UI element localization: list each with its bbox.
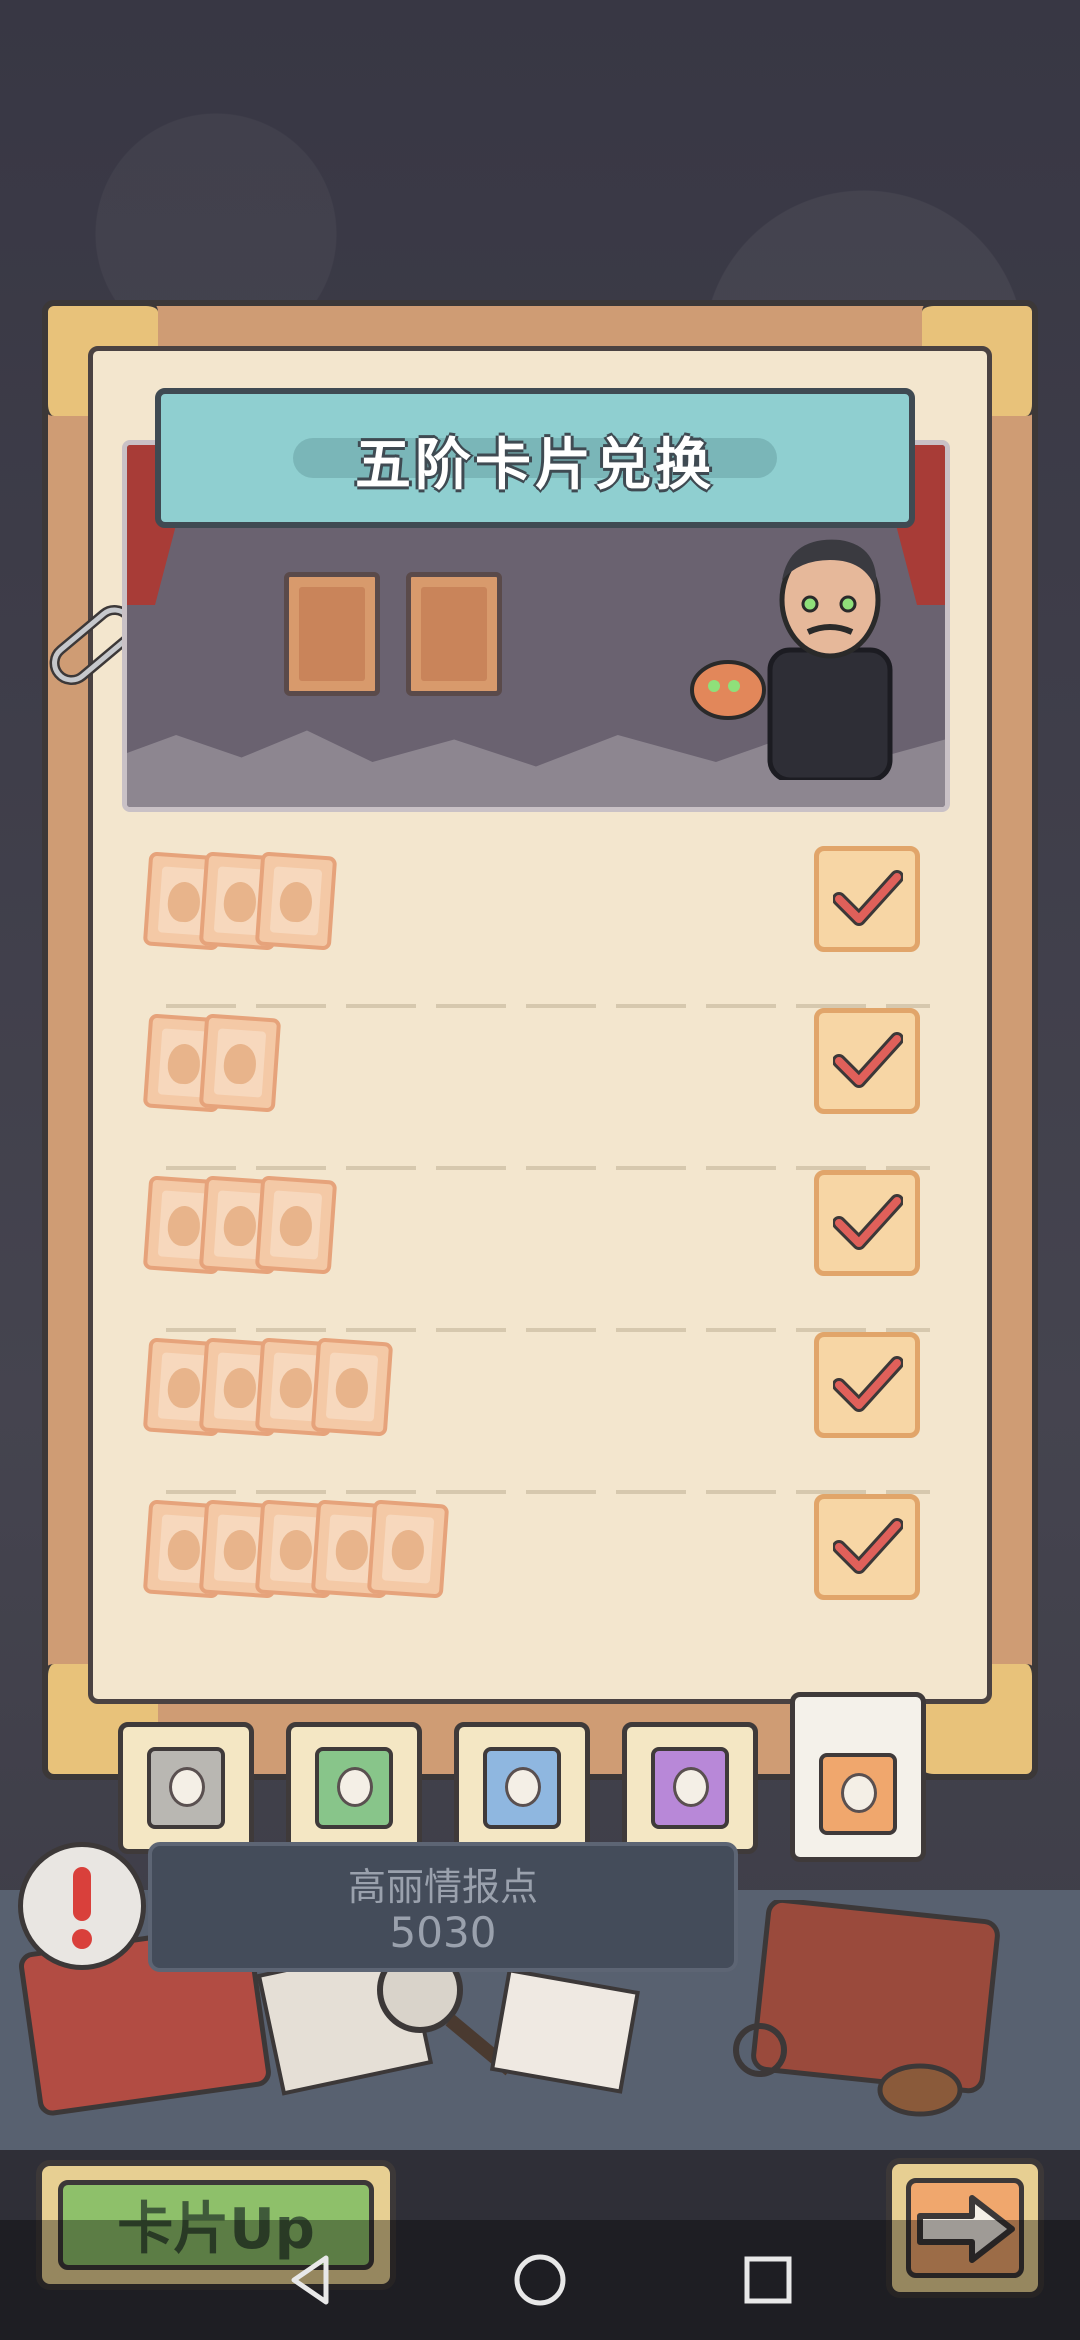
check-icon	[833, 870, 903, 926]
points-label: 高丽情报点	[347, 1865, 538, 1909]
check-icon	[833, 1356, 903, 1412]
exchange-row[interactable]	[140, 1494, 930, 1634]
tier-tab-5[interactable]	[790, 1692, 926, 1862]
intel-points-plate: 高丽情报点 5030	[148, 1842, 738, 1972]
scene-card-potato	[284, 572, 380, 696]
potato-card	[198, 1013, 282, 1113]
check-icon	[833, 1518, 903, 1574]
tier-card-icon	[651, 1747, 729, 1829]
tier-card-icon	[483, 1747, 561, 1829]
title-banner: 五阶卡片兑换	[155, 388, 915, 528]
exchange-row[interactable]	[140, 1170, 930, 1332]
exchange-row[interactable]	[140, 1008, 930, 1170]
potato-card	[254, 1175, 338, 1275]
reward-claimed-box[interactable]	[814, 1494, 920, 1600]
mob-boss-character	[690, 539, 893, 780]
exchange-row[interactable]	[140, 1332, 930, 1494]
check-icon	[833, 1032, 903, 1088]
potato-card	[310, 1337, 394, 1437]
reward-claimed-box[interactable]	[814, 846, 920, 952]
exclamation-icon[interactable]	[18, 1842, 146, 1970]
reward-claimed-box[interactable]	[814, 1170, 920, 1276]
home-circle-icon[interactable]	[510, 2250, 570, 2310]
tier-tab-3[interactable]	[454, 1722, 590, 1854]
reward-claimed-box[interactable]	[814, 1008, 920, 1114]
tier-tab-4[interactable]	[622, 1722, 758, 1854]
exchange-row[interactable]	[140, 846, 930, 1008]
page-title: 五阶卡片兑换	[355, 433, 715, 498]
points-value: 5030	[389, 1908, 497, 1957]
back-triangle-icon[interactable]	[282, 2250, 342, 2310]
tier-card-icon	[315, 1747, 393, 1829]
potato-card	[366, 1499, 450, 1599]
potato-card	[254, 851, 338, 951]
tier-card-icon	[819, 1753, 897, 1835]
check-icon	[833, 1194, 903, 1250]
recents-square-icon[interactable]	[738, 2250, 798, 2310]
tier-tab-2[interactable]	[286, 1722, 422, 1854]
reward-claimed-box[interactable]	[814, 1332, 920, 1438]
tier-tab-1[interactable]	[118, 1722, 254, 1854]
scene-card-treasure	[406, 572, 502, 696]
tier-card-icon	[147, 1747, 225, 1829]
